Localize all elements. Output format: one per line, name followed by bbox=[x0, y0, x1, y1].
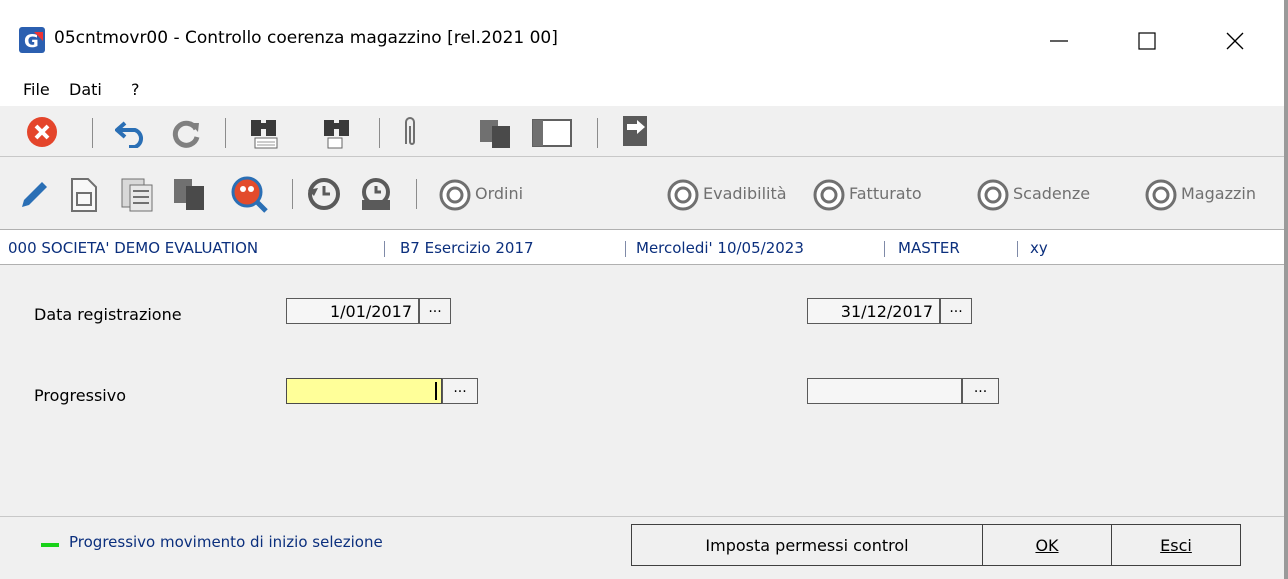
imposta-permessi-label: Imposta permessi control bbox=[705, 535, 909, 555]
toolbar-separator bbox=[292, 179, 293, 209]
info-separator bbox=[1017, 241, 1018, 257]
fiscal-year: B7 Esercizio 2017 bbox=[400, 239, 534, 257]
data-to-field[interactable]: 31/12/2017 bbox=[807, 298, 940, 324]
data-to-value: 31/12/2017 bbox=[840, 302, 933, 321]
toolbar-separator bbox=[92, 118, 93, 148]
main-toolbar bbox=[0, 106, 1284, 157]
menu-dati[interactable]: Dati bbox=[69, 80, 102, 99]
edit-pencil-icon[interactable] bbox=[18, 179, 50, 211]
info-separator bbox=[884, 241, 885, 257]
attachment-icon[interactable] bbox=[400, 114, 420, 150]
extra-info: xy bbox=[1030, 239, 1048, 257]
window-title: 05cntmovr00 - Controllo coerenza magazzi… bbox=[54, 28, 558, 48]
scadenze-link-icon[interactable] bbox=[976, 178, 1010, 212]
export-icon[interactable] bbox=[621, 114, 655, 150]
progressivo-from-field[interactable] bbox=[286, 378, 442, 404]
progressivo-to-lookup-button[interactable]: ... bbox=[962, 378, 999, 404]
menu-help[interactable]: ? bbox=[131, 80, 140, 99]
current-date: Mercoledi' 10/05/2023 bbox=[636, 239, 804, 257]
field-hint-text: Progressivo movimento di inizio selezion… bbox=[69, 533, 383, 551]
maximize-button[interactable] bbox=[1124, 18, 1170, 64]
toolbar-separator bbox=[597, 118, 598, 148]
info-separator bbox=[384, 241, 385, 257]
progressivo-label: Progressivo bbox=[34, 386, 126, 405]
imposta-permessi-button[interactable]: Imposta permessi control bbox=[631, 524, 983, 566]
application-window: G 05cntmovr00 - Controllo coerenza magaz… bbox=[0, 0, 1284, 579]
maximize-icon bbox=[1138, 32, 1156, 50]
list-report-icon[interactable] bbox=[120, 177, 156, 213]
hint-marker bbox=[41, 543, 59, 547]
ok-label: OK bbox=[1035, 535, 1059, 555]
fatturato-link-icon[interactable] bbox=[812, 178, 846, 212]
title-bar[interactable]: G 05cntmovr00 - Controllo coerenza magaz… bbox=[0, 0, 1284, 72]
magazzino-link-icon[interactable] bbox=[1144, 178, 1178, 212]
toolbar-separator bbox=[225, 118, 226, 148]
window-layout-icon[interactable] bbox=[531, 118, 575, 148]
duplicate-icon[interactable] bbox=[172, 177, 212, 213]
menu-bar: File Dati ? bbox=[0, 72, 1284, 106]
fatturato-link[interactable]: Fatturato bbox=[849, 184, 922, 203]
scadenze-link[interactable]: Scadenze bbox=[1013, 184, 1090, 203]
data-registrazione-label: Data registrazione bbox=[34, 305, 182, 324]
history-icon[interactable] bbox=[306, 176, 342, 212]
minimize-icon bbox=[1050, 40, 1068, 42]
minimize-button[interactable] bbox=[1036, 18, 1082, 64]
menu-file[interactable]: File bbox=[23, 80, 50, 99]
progressivo-to-field[interactable] bbox=[807, 378, 962, 404]
company-info-bar: 000 SOCIETA' DEMO EVALUATION B7 Esercizi… bbox=[0, 229, 1284, 265]
history-print-icon[interactable] bbox=[356, 176, 396, 212]
esci-button[interactable]: Esci bbox=[1111, 524, 1241, 566]
esci-label: Esci bbox=[1160, 535, 1192, 555]
footer-divider bbox=[0, 516, 1284, 517]
ordini-link-icon[interactable] bbox=[438, 178, 472, 212]
copy-icon[interactable] bbox=[478, 118, 518, 148]
data-from-field[interactable]: 1/01/2017 bbox=[286, 298, 419, 324]
data-to-lookup-button[interactable]: ... bbox=[940, 298, 972, 324]
toolbar-separator bbox=[416, 179, 417, 209]
company-name: 000 SOCIETA' DEMO EVALUATION bbox=[8, 239, 259, 257]
secondary-toolbar: Ordini Evadibilità Fatturato Scadenze Ma… bbox=[0, 157, 1284, 227]
ordini-link[interactable]: Ordini bbox=[475, 184, 523, 203]
evadibilita-link[interactable]: Evadibilità bbox=[703, 184, 787, 203]
close-window-button[interactable] bbox=[1212, 18, 1258, 64]
data-from-lookup-button[interactable]: ... bbox=[419, 298, 451, 324]
user-name: MASTER bbox=[898, 239, 960, 257]
toolbar-separator bbox=[379, 118, 380, 148]
ok-button[interactable]: OK bbox=[982, 524, 1112, 566]
text-caret bbox=[435, 382, 437, 400]
app-g-icon: G bbox=[19, 27, 45, 53]
search-binoculars-icon[interactable] bbox=[247, 114, 281, 150]
close-icon bbox=[1226, 32, 1244, 50]
search-filter-icon[interactable] bbox=[320, 114, 354, 150]
refresh-icon[interactable] bbox=[170, 117, 202, 149]
info-separator bbox=[625, 241, 626, 257]
cancel-icon[interactable] bbox=[26, 116, 58, 148]
document-icon[interactable] bbox=[69, 177, 101, 213]
magazzino-link[interactable]: Magazzin bbox=[1181, 184, 1256, 203]
evadibilita-link-icon[interactable] bbox=[666, 178, 700, 212]
data-from-value: 1/01/2017 bbox=[329, 302, 412, 321]
window-border bbox=[1284, 0, 1288, 579]
undo-icon[interactable] bbox=[115, 118, 147, 148]
zoom-detail-icon[interactable] bbox=[230, 175, 270, 215]
progressivo-from-lookup-button[interactable]: ... bbox=[442, 378, 478, 404]
